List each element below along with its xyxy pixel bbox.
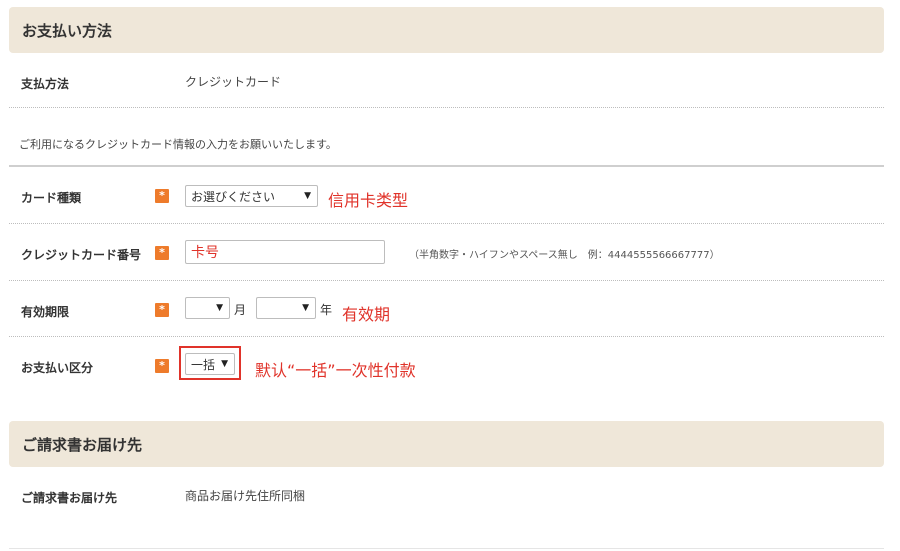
required-mark-icon: * (155, 189, 169, 203)
card-number-input-value: 卡号 (191, 245, 219, 261)
required-mark-icon: * (155, 359, 169, 373)
installment-row: お支払い区分 * 一括 ▼ 默认“一括”一次性付款 (9, 337, 884, 397)
payment-section-header: お支払い方法 (9, 7, 884, 53)
installment-select[interactable]: 一括 ▼ (185, 353, 235, 375)
billing-row: ご請求書お届け先 商品お届け先住所同梱 (9, 468, 884, 549)
card-type-select[interactable]: お選びください ▼ (185, 185, 318, 207)
expiry-month-unit: 月 (234, 303, 247, 317)
card-type-row: カード種類 * お選びください ▼ 信用卡类型 (9, 167, 884, 224)
billing-label: ご請求書お届け先 (21, 491, 118, 505)
card-type-select-value: お選びください (191, 189, 276, 204)
required-mark-icon: * (155, 246, 169, 260)
required-mark-icon: * (155, 303, 169, 317)
installment-annotation: 默认“一括”一次性付款 (255, 361, 416, 380)
expiry-month-select[interactable]: ▼ (185, 297, 230, 319)
card-number-row: クレジットカード番号 * 卡号 （半角数字・ハイフンやスペース無し 例：4444… (9, 224, 884, 281)
expiry-annotation: 有效期 (342, 305, 391, 324)
billing-section-title: ご請求書お届け先 (22, 435, 143, 454)
dropdown-arrow-icon: ▼ (302, 303, 309, 313)
billing-section-header: ご請求書お届け先 (9, 421, 884, 467)
payment-method-value: クレジットカード (185, 75, 282, 89)
card-type-label: カード種類 (21, 191, 82, 205)
instruction-text: ご利用になるクレジットカード情報の入力をお願いいたします。 (19, 138, 337, 151)
expiry-year-select[interactable]: ▼ (256, 297, 316, 319)
card-number-input[interactable]: 卡号 (185, 240, 385, 264)
billing-value: 商品お届け先住所同梱 (185, 489, 306, 503)
payment-section-title: お支払い方法 (22, 21, 113, 40)
dropdown-arrow-icon: ▼ (221, 359, 228, 369)
installment-label: お支払い区分 (21, 361, 94, 375)
expiry-label: 有効期限 (21, 305, 70, 319)
dropdown-arrow-icon: ▼ (304, 191, 311, 201)
installment-select-value: 一括 (191, 357, 216, 372)
payment-method-label: 支払方法 (21, 77, 70, 91)
expiry-row: 有効期限 * ▼ 月 ▼ 年 有效期 (9, 281, 884, 337)
payment-method-row: 支払方法 クレジットカード (9, 53, 884, 108)
card-type-annotation: 信用卡类型 (328, 191, 409, 210)
card-number-label: クレジットカード番号 (21, 248, 142, 262)
dropdown-arrow-icon: ▼ (216, 303, 223, 313)
instruction-row: ご利用になるクレジットカード情報の入力をお願いいたします。 (9, 108, 884, 167)
card-number-hint: （半角数字・ハイフンやスペース無し 例：4444555566667777） (409, 250, 720, 261)
expiry-year-unit: 年 (320, 303, 333, 317)
